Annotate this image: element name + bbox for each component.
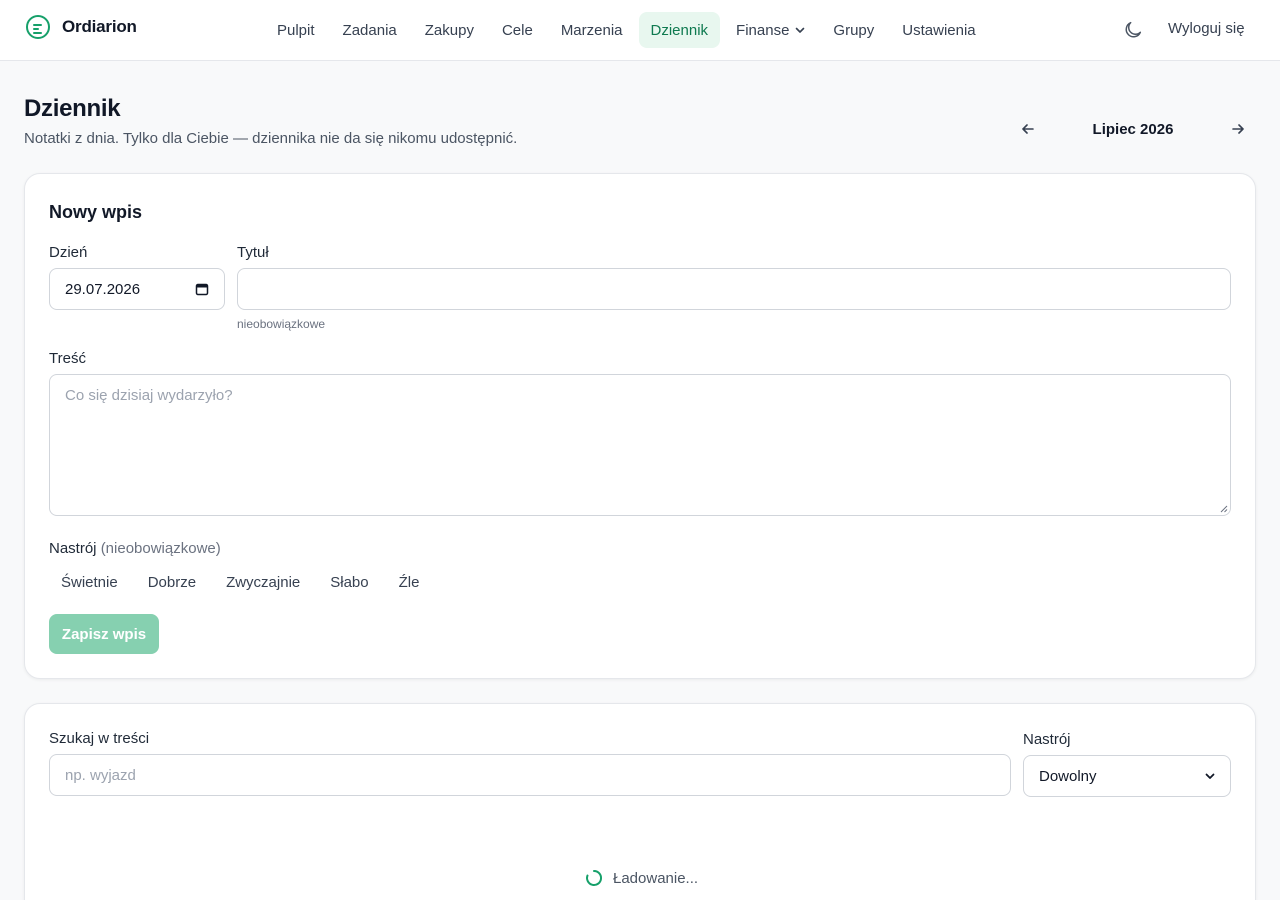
previous-month-button[interactable] <box>1010 115 1046 143</box>
entries-list-card: Szukaj w treści Nastrój Dowolny Ładowani… <box>24 703 1256 900</box>
brand-logo-icon <box>26 15 50 39</box>
nav-item-label: Zadania <box>342 21 397 39</box>
nav-item-label: Cele <box>501 21 533 39</box>
calendar-icon[interactable] <box>195 282 209 296</box>
arrow-left-icon <box>1022 124 1034 134</box>
new-entry-card: Nowy wpis Dzień 29.07.2026 Tytuł nieobow… <box>24 173 1256 679</box>
mood-options: Świetnie Dobrze Zwyczajnie Słabo Źle <box>49 568 431 596</box>
nav-item-label: Dziennik <box>650 21 709 39</box>
mood-filter-label: Nastrój <box>1023 731 1071 748</box>
chevron-down-icon <box>796 27 805 33</box>
day-date-value: 29.07.2026 <box>65 280 141 298</box>
content-textarea-wrapper <box>49 374 1231 516</box>
logout-button[interactable]: Wyloguj się <box>1168 20 1245 37</box>
moon-icon[interactable] <box>1122 19 1144 41</box>
mood-filter-value: Dowolny <box>1039 767 1097 785</box>
brand[interactable]: Ordiarion <box>26 15 137 39</box>
current-month-label: Lipiec 2026 <box>1092 120 1174 138</box>
nav-item-marzenia[interactable]: Marzenia <box>549 12 635 48</box>
top-navigation-bar: Ordiarion Pulpit Zadania Zakupy Cele Mar… <box>0 0 1280 61</box>
mood-option-zle[interactable]: Źle <box>387 568 432 596</box>
title-input[interactable] <box>237 268 1231 310</box>
chevron-down-icon <box>1205 773 1215 779</box>
brand-name: Ordiarion <box>62 17 137 36</box>
search-input[interactable] <box>49 754 1011 796</box>
mood-option-slabo[interactable]: Słabo <box>318 568 380 596</box>
page-subtitle: Notatki z dnia. Tylko dla Ciebie — dzien… <box>24 130 518 147</box>
nav-item-zakupy[interactable]: Zakupy <box>413 12 486 48</box>
search-label: Szukaj w treści <box>49 730 150 747</box>
new-entry-title: Nowy wpis <box>49 202 143 222</box>
day-label: Dzień <box>49 244 88 261</box>
arrow-right-icon <box>1232 124 1244 134</box>
nav-item-dziennik[interactable]: Dziennik <box>638 12 721 48</box>
nav-item-pulpit[interactable]: Pulpit <box>265 12 327 48</box>
content-label: Treść <box>49 350 86 367</box>
next-month-button[interactable] <box>1220 115 1256 143</box>
mood-option-dobrze[interactable]: Dobrze <box>136 568 208 596</box>
mood-filter-select[interactable]: Dowolny <box>1023 755 1231 797</box>
title-label: Tytuł <box>237 244 269 261</box>
nav-item-cele[interactable]: Cele <box>490 12 545 48</box>
loading-indicator: Ładowanie... <box>585 869 698 887</box>
page-title: Dziennik <box>24 95 121 122</box>
nav-item-zadania[interactable]: Zadania <box>331 12 409 48</box>
mood-option-swietnie[interactable]: Świetnie <box>49 568 130 596</box>
mood-option-zwyczajnie[interactable]: Zwyczajnie <box>214 568 312 596</box>
day-date-input[interactable]: 29.07.2026 <box>49 268 225 310</box>
content-textarea[interactable] <box>49 374 1231 516</box>
nav-item-label: Pulpit <box>277 21 315 39</box>
nav-item-ustawienia[interactable]: Ustawienia <box>890 12 987 48</box>
nav-item-label: Ustawienia <box>902 21 976 39</box>
nav-item-label: Finanse <box>736 21 790 39</box>
nav-item-finanse[interactable]: Finanse <box>724 12 817 48</box>
title-hint: nieobowiązkowe <box>237 317 326 331</box>
nav-item-label: Marzenia <box>560 21 623 39</box>
nav-item-label: Grupy <box>833 21 875 39</box>
month-navigator: Lipiec 2026 <box>1010 115 1256 143</box>
mood-label: Nastrój (nieobowiązkowe) <box>49 540 221 557</box>
nav-item-label: Zakupy <box>424 21 474 39</box>
nav-item-grupy[interactable]: Grupy <box>821 12 886 48</box>
main-nav: Pulpit Zadania Zakupy Cele Marzenia Dzie… <box>265 12 988 48</box>
resize-grip-icon[interactable] <box>1220 505 1228 513</box>
loading-text: Ładowanie... <box>613 869 699 887</box>
mood-optional-text: (nieobowiązkowe) <box>100 540 221 557</box>
mood-label-text: Nastrój <box>49 540 97 557</box>
save-entry-button[interactable]: Zapisz wpis <box>49 614 159 654</box>
spinner-icon <box>586 869 603 886</box>
